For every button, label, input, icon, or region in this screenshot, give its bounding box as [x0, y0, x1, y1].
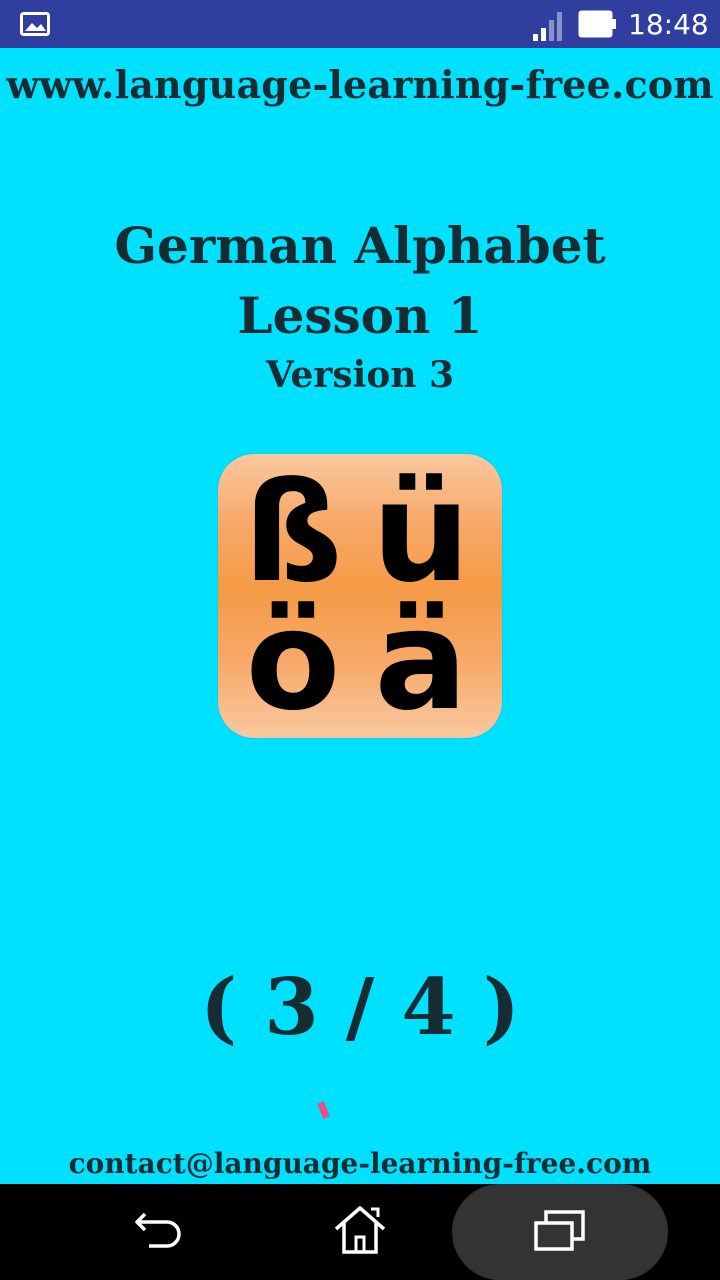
lesson-screen: www.language-learning-free.com German Al… [0, 48, 720, 1184]
logo-letter-o-umlaut: ö [245, 580, 341, 741]
status-bar: 18:48 [0, 0, 720, 48]
touch-indicator [317, 1101, 330, 1119]
logo-letter-eszett: ß [243, 452, 343, 613]
gallery-icon [20, 12, 50, 40]
home-button[interactable] [310, 1184, 410, 1280]
contact-email[interactable]: contact@language-learning-free.com [0, 1146, 720, 1182]
progress-counter: ( 3 / 4 ) [200, 962, 520, 1053]
back-icon [135, 1208, 185, 1256]
logo-letter-u-umlaut: ü [371, 452, 471, 613]
battery-icon [578, 10, 618, 42]
version-label: Version 3 [265, 354, 455, 396]
lesson-label: Lesson 1 [237, 286, 483, 345]
recents-icon [534, 1209, 586, 1255]
recents-button[interactable] [510, 1184, 610, 1280]
status-time: 18:48 [628, 8, 709, 41]
signal-icon [532, 10, 566, 46]
back-button[interactable] [110, 1184, 210, 1280]
german-letters-logo[interactable]: ß ü ö ä [218, 454, 502, 738]
site-url[interactable]: www.language-learning-free.com [0, 62, 720, 107]
navigation-bar [0, 1184, 720, 1280]
home-icon [333, 1205, 387, 1259]
logo-letter-a-umlaut: ä [374, 580, 468, 741]
page-title: German Alphabet [114, 216, 606, 275]
